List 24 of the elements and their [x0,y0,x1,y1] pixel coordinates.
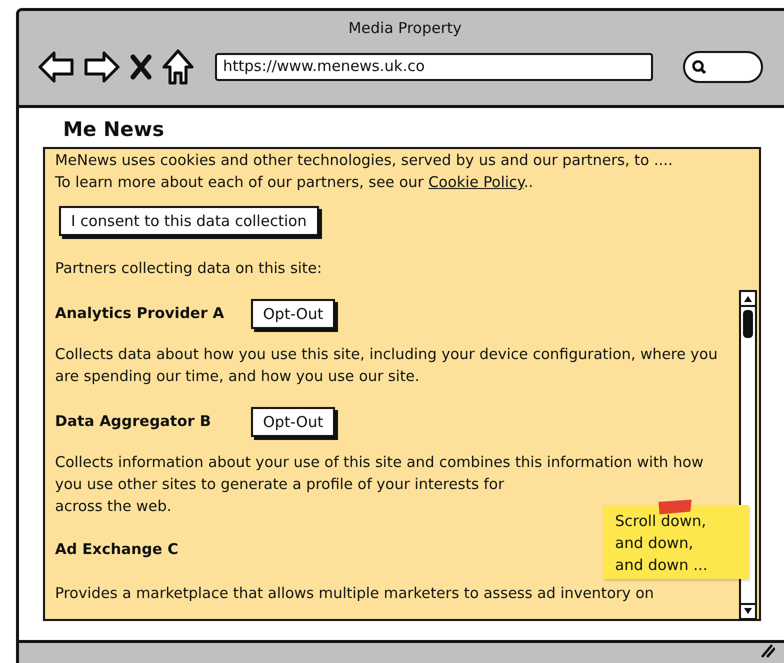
search-field[interactable] [683,50,763,82]
partner-name: Analytics Provider A [55,304,226,324]
back-arrow-icon[interactable] [37,48,75,84]
intro-text: MeNews uses cookies and other technologies, served by us and our partners, to .... [55,151,674,171]
consent-button[interactable]: I consent to this data collection [59,206,319,236]
site-heading: Me News [63,116,166,142]
window-title: Media Property [347,18,463,39]
cookie-policy-link[interactable]: Cookie Policy [428,174,524,191]
learn-more-text: To learn more about each of our partners, see our Cookie Policy.. [55,173,534,193]
partner-name: Ad Exchange C [55,540,180,560]
resize-grip-icon[interactable] [759,642,775,658]
close-icon[interactable] [129,52,153,80]
home-icon[interactable] [161,48,195,86]
search-icon [691,58,707,74]
partner-description: Provides a marketplace that allows multiple marketers to assess ad inventory on [55,584,654,604]
partner-name: Data Aggregator B [55,412,212,432]
forward-arrow-icon[interactable] [83,48,121,84]
partner-description: across the web. [55,497,172,517]
sticky-note: Scroll down, and down, and down ... [603,505,749,579]
address-field[interactable]: https://www.menews.uk.co [215,52,653,80]
opt-out-button[interactable]: Opt-Out [251,299,336,329]
partners-heading: Partners collecting data on this site: [55,259,323,279]
partner-description: Collects data about how you use this site, including your device configuration, where you are spending our time, and how you use our site. [55,345,719,387]
opt-out-button[interactable]: Opt-Out [251,407,336,437]
